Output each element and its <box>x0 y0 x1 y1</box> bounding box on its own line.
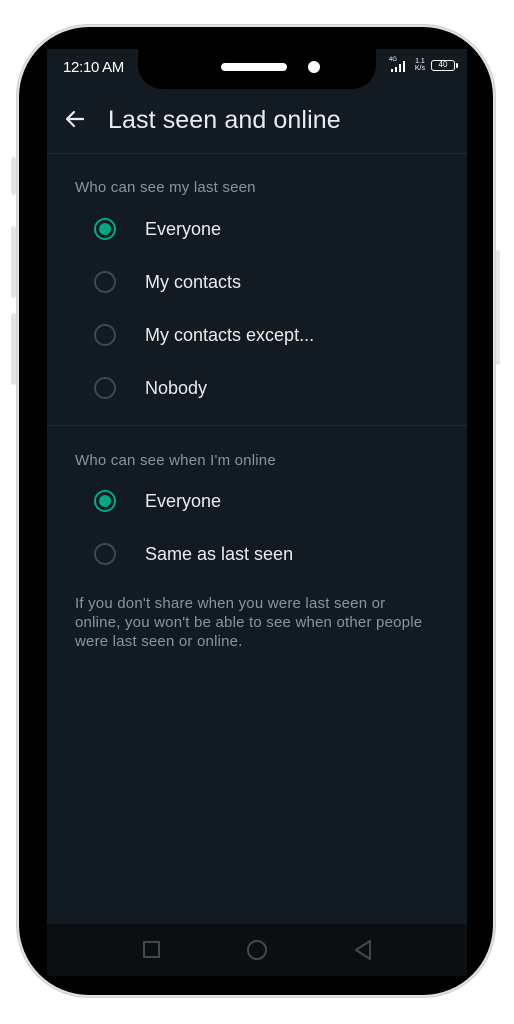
section-title-online: Who can see when I'm online <box>75 452 276 469</box>
network-speed-value: 1.1 <box>415 58 425 65</box>
front-camera <box>308 61 320 73</box>
radio-selected-icon[interactable] <box>94 490 116 512</box>
option-label: Everyone <box>145 491 222 511</box>
privacy-note: If you don't share when you were last se… <box>75 595 423 650</box>
phone-volume-up-button <box>11 226 16 298</box>
screen: 12:10 AM 4G 1.1 K/s 40 Last seen and onl… <box>47 49 467 924</box>
online-option-same-as-last-seen[interactable]: Same as last seen <box>47 529 467 582</box>
speaker-grille <box>221 63 287 71</box>
section-title-last-seen: Who can see my last seen <box>75 179 256 196</box>
radio-selected-icon[interactable] <box>94 218 116 240</box>
last-seen-option-nobody[interactable]: Nobody <box>47 363 467 416</box>
header-divider <box>47 153 467 154</box>
status-time: 12:10 AM <box>63 59 124 76</box>
phone-volume-down-button <box>11 313 16 385</box>
network-speed: 1.1 K/s <box>415 58 425 72</box>
triangle-back-icon[interactable] <box>353 939 373 961</box>
status-bar: 12:10 AM 4G 1.1 K/s 40 <box>47 49 467 89</box>
circle-icon[interactable] <box>247 940 267 960</box>
network-speed-unit: K/s <box>414 65 425 72</box>
radio-unselected-icon[interactable] <box>94 543 116 565</box>
radio-unselected-icon[interactable] <box>94 377 116 399</box>
app-bar: Last seen and online <box>47 85 467 153</box>
system-nav-bar <box>47 924 467 976</box>
option-label: Nobody <box>145 378 208 398</box>
last-seen-option-my-contacts-except[interactable]: My contacts except... <box>47 310 467 363</box>
last-seen-option-everyone[interactable]: Everyone <box>47 204 467 257</box>
square-icon[interactable] <box>143 941 160 958</box>
status-icons: 4G 1.1 K/s 40 <box>389 57 458 74</box>
radio-unselected-icon[interactable] <box>94 271 116 293</box>
option-label: My contacts <box>145 272 242 292</box>
radio-unselected-icon[interactable] <box>94 324 116 346</box>
online-option-everyone[interactable]: Everyone <box>47 476 467 529</box>
camera-notch <box>138 49 376 89</box>
page-title: Last seen and online <box>108 106 341 134</box>
battery-icon: 40 <box>431 60 458 71</box>
last-seen-option-my-contacts[interactable]: My contacts <box>47 257 467 310</box>
battery-level: 40 <box>438 60 448 69</box>
arrow-left-icon[interactable] <box>63 107 87 131</box>
phone-power-button <box>495 250 500 365</box>
option-label: Same as last seen <box>145 544 294 564</box>
option-label: My contacts except... <box>145 325 315 345</box>
option-label: Everyone <box>145 219 222 239</box>
section-divider <box>47 425 467 426</box>
signal-icon: 4G <box>389 57 409 74</box>
phone-side-button-left-top <box>11 157 16 195</box>
